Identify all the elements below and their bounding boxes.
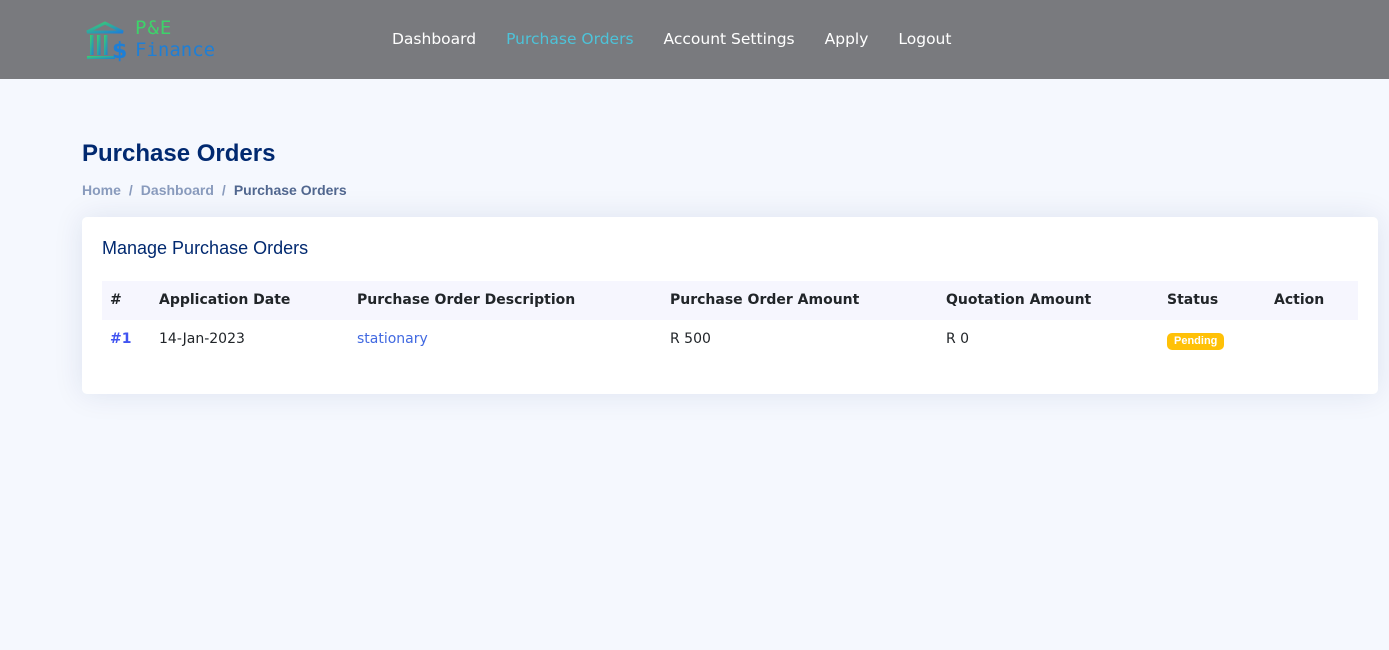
breadcrumb-separator: / — [221, 182, 226, 198]
column-header-status: Status — [1167, 292, 1219, 308]
card-title: Manage Purchase Orders — [102, 238, 309, 258]
nav-logout[interactable]: Logout — [883, 28, 966, 50]
breadcrumb-dashboard[interactable]: Dashboard — [141, 182, 214, 198]
status-badge: Pending — [1167, 333, 1225, 350]
breadcrumb-separator: / — [128, 182, 133, 198]
purchase-orders-card: Manage Purchase Orders # Application Dat… — [82, 217, 1378, 394]
page-title: Purchase Orders — [82, 140, 276, 167]
column-header-quotation-amount: Quotation Amount — [946, 292, 1092, 308]
svg-text:$: $ — [112, 39, 127, 62]
status-cell: Pending — [1167, 320, 1225, 359]
column-header-po-amount: Purchase Order Amount — [670, 292, 860, 308]
purchase-orders-table: # Application Date Purchase Order Descri… — [102, 281, 1358, 359]
order-description-link[interactable]: stationary — [357, 320, 428, 359]
main-nav: Dashboard Purchase Orders Account Settin… — [377, 28, 966, 50]
nav-purchase-orders[interactable]: Purchase Orders — [491, 28, 648, 50]
breadcrumb-current: Purchase Orders — [233, 182, 347, 198]
breadcrumb: Home / Dashboard / Purchase Orders — [82, 182, 347, 198]
column-header-number: # — [110, 292, 122, 308]
bank-dollar-icon: $ — [86, 21, 127, 62]
nav-account-settings[interactable]: Account Settings — [649, 28, 810, 50]
application-date: 14-Jan-2023 — [159, 331, 245, 347]
column-header-description: Purchase Order Description — [357, 292, 576, 308]
po-amount: R 500 — [670, 331, 711, 347]
order-id-link[interactable]: #1 — [110, 320, 131, 359]
nav-dashboard[interactable]: Dashboard — [377, 28, 491, 50]
nav-apply[interactable]: Apply — [810, 28, 884, 50]
quotation-amount: R 0 — [946, 331, 970, 347]
top-header: $ P&E Finance Dashboard Purchase Orders … — [0, 0, 1389, 79]
breadcrumb-home[interactable]: Home — [82, 182, 121, 198]
brand-top-text: P&E — [135, 17, 173, 39]
column-header-action: Action — [1274, 292, 1325, 308]
brand-bottom-text: Finance — [135, 39, 216, 61]
brand-logo[interactable]: $ P&E Finance — [85, 17, 215, 64]
column-header-application-date: Application Date — [159, 292, 291, 308]
table-row: #1 14-Jan-2023 stationary R 500 R 0 Pend… — [102, 320, 1358, 359]
table-header: # Application Date Purchase Order Descri… — [102, 281, 1358, 320]
